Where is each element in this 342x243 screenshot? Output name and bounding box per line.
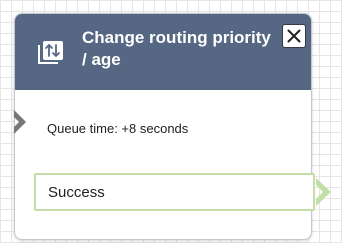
branch-label: Success — [48, 184, 105, 201]
block-header: Change routing priority / age — [15, 14, 311, 90]
close-button[interactable] — [282, 24, 306, 48]
swap-vertical-icon — [38, 41, 63, 64]
input-connector[interactable] — [14, 110, 28, 134]
block-description: Queue time: +8 seconds — [47, 121, 189, 136]
close-icon — [287, 29, 301, 43]
flow-block[interactable]: Change routing priority / age Queue time… — [14, 13, 331, 240]
branch-success[interactable]: Success — [34, 173, 315, 211]
output-connector-success[interactable] — [316, 178, 332, 206]
block-title: Change routing priority / age — [82, 28, 271, 69]
